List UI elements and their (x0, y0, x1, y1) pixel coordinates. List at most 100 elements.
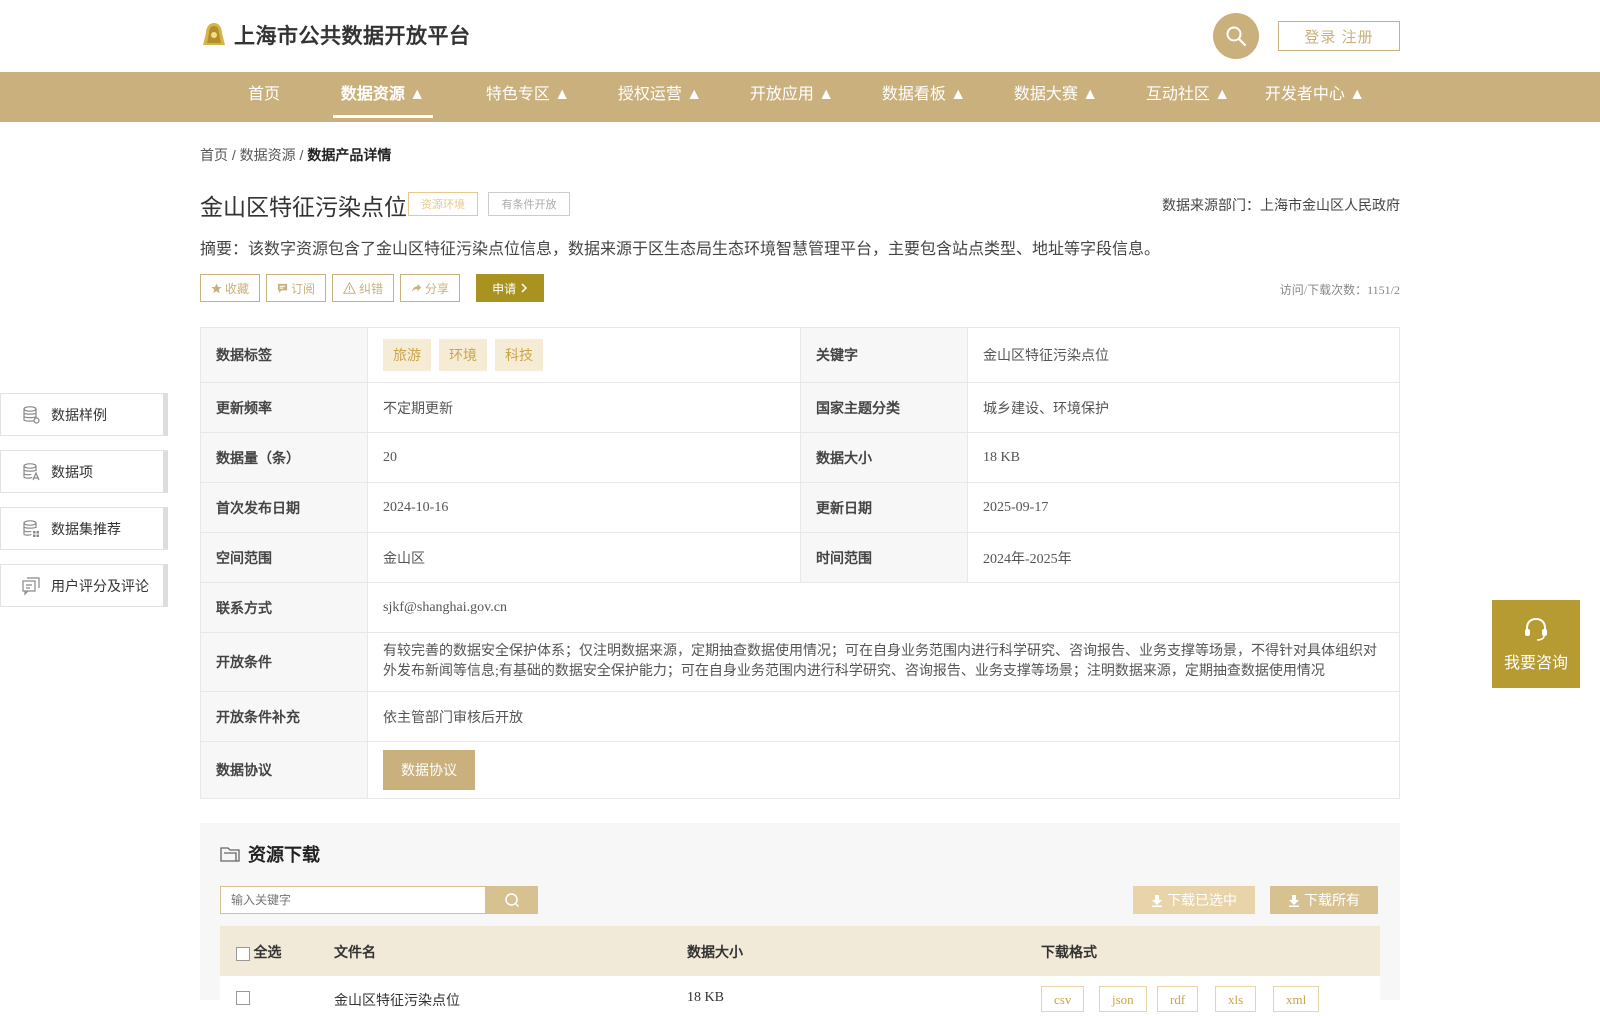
row-checkbox[interactable] (236, 990, 250, 1005)
sidebar-item-dataset-recommend[interactable]: 数据集推荐 (0, 507, 168, 550)
table-row: 联系方式 sjkf@shanghai.gov.cn (200, 582, 1400, 633)
nav-developer[interactable]: 开发者中心 ▲ (1260, 72, 1370, 122)
download-selected-button[interactable]: 下载已选中 (1133, 886, 1255, 914)
share-button[interactable]: 分享 (400, 274, 461, 302)
breadcrumb-separator: / (228, 147, 240, 163)
row-size: 18 KB (687, 990, 724, 1005)
data-protocol-button[interactable]: 数据协议 (383, 750, 475, 790)
format-json[interactable]: json (1099, 986, 1147, 1012)
format-rdf[interactable]: rdf (1157, 986, 1199, 1012)
breadcrumb-current: 数据产品详情 (307, 147, 392, 163)
star-icon (211, 282, 222, 293)
search-icon (1226, 26, 1247, 47)
conditions-label: 开放条件 (200, 632, 368, 692)
visit-download-count: 访问/下载次数：1151/2 (1279, 283, 1400, 297)
sidebar-item-label: 数据项 (51, 465, 93, 481)
count-value: 20 (367, 432, 801, 483)
sidebar-item-ratings-comments[interactable]: 用户评分及评论 (0, 564, 168, 607)
table-row: 数据协议 数据协议 (200, 741, 1400, 799)
search-icon (505, 893, 520, 908)
format-xml[interactable]: xml (1273, 986, 1320, 1012)
first-published-value: 2024-10-16 (367, 482, 801, 533)
left-sidebar: 数据样例 数据项 数据集推荐 用户评分及评论 (0, 393, 168, 621)
protocol-label: 数据协议 (200, 741, 368, 799)
data-tag[interactable]: 环境 (439, 339, 487, 371)
chevron-right-icon (521, 283, 528, 293)
database-search-icon (23, 462, 40, 480)
site-title: 上海市公共数据开放平台 (234, 25, 471, 48)
select-all-label: 全选 (253, 946, 282, 961)
conditions-extra-value: 依主管部门审核后开放 (367, 691, 1400, 742)
nav-data-contest[interactable]: 数据大赛 ▲ (996, 72, 1116, 122)
logo-icon (203, 23, 225, 45)
source-department: 数据来源部门：上海市金山区人民政府 (1162, 197, 1400, 213)
col-size: 数据大小 (687, 946, 743, 961)
headset-icon (1525, 617, 1547, 641)
tags-cell: 旅游 环境 科技 (367, 327, 801, 383)
site-header: 上海市公共数据开放平台 登录 注册 (0, 0, 1600, 72)
conditions-extra-label: 开放条件补充 (200, 691, 368, 742)
freq-label: 更新频率 (200, 382, 368, 433)
nav-open-apps[interactable]: 开放应用 ▲ (732, 72, 852, 122)
theme-value: 城乡建设、环境保护 (967, 382, 1400, 433)
dataset-info-table: 数据标签 旅游 环境 科技 关键字 金山区特征污染点位 更新频率 不定期更新 国家主… (200, 327, 1400, 799)
nav-community[interactable]: 互动社区 ▲ (1128, 72, 1248, 122)
subscribe-button[interactable]: 订阅 (266, 274, 327, 302)
breadcrumb: 首页 / 数据资源 / 数据产品详情 (200, 145, 391, 165)
sidebar-item-label: 数据样例 (51, 408, 107, 424)
download-selected-label: 下载已选中 (1167, 894, 1237, 909)
download-icon (1289, 894, 1299, 907)
nav-featured[interactable]: 特色专区 ▲ (468, 72, 588, 122)
file-search-button[interactable] (486, 886, 538, 914)
format-csv[interactable]: csv (1041, 986, 1085, 1012)
breadcrumb-resources[interactable]: 数据资源 (240, 147, 296, 163)
updated-value: 2025-09-17 (967, 482, 1400, 533)
table-row: 数据量（条） 20 数据大小 18 KB (200, 432, 1400, 483)
first-published-label: 首次发布日期 (200, 482, 368, 533)
main-nav: 首页 数据资源 ▲ 特色专区 ▲ 授权运营 ▲ 开放应用 ▲ 数据看板 ▲ 数据… (0, 72, 1600, 122)
share-icon (411, 283, 422, 292)
keyword-value: 金山区特征污染点位 (967, 327, 1400, 383)
contact-label: 联系方式 (200, 582, 368, 633)
data-tag[interactable]: 旅游 (383, 339, 431, 371)
contact-value: sjkf@shanghai.gov.cn (367, 582, 1400, 633)
breadcrumb-separator: / (295, 147, 308, 163)
data-tag[interactable]: 科技 (495, 339, 543, 371)
share-label: 分享 (425, 281, 450, 296)
folder-icon (220, 847, 240, 862)
select-all-checkbox[interactable] (236, 946, 250, 961)
apply-label: 申请 (492, 281, 517, 296)
theme-label: 国家主题分类 (800, 382, 968, 433)
resource-download-section: 资源下载 下载已选中 下载所有 全选 文件名 数据大小 下载格式 金山区特征污染… (200, 823, 1400, 1016)
nav-data-board[interactable]: 数据看板 ▲ (864, 72, 984, 122)
favorite-button[interactable]: 收藏 (200, 274, 261, 302)
sidebar-item-data-sample[interactable]: 数据样例 (0, 393, 168, 436)
row-checkbox-wrap[interactable] (236, 990, 250, 1006)
nav-home[interactable]: 首页 (234, 72, 294, 122)
favorite-label: 收藏 (225, 281, 250, 296)
file-search-input[interactable] (220, 886, 486, 914)
breadcrumb-home[interactable]: 首页 (200, 147, 228, 163)
table-row: 更新频率 不定期更新 国家主题分类 城乡建设、环境保护 (200, 382, 1400, 433)
site-logo[interactable]: 上海市公共数据开放平台 (200, 20, 471, 50)
login-register-button[interactable]: 登录 注册 (1278, 21, 1400, 51)
sidebar-item-label: 数据集推荐 (51, 522, 121, 538)
header-search-button[interactable] (1213, 13, 1259, 59)
domain-badge: 资源环境 (408, 192, 478, 216)
sidebar-item-data-fields[interactable]: 数据项 (0, 450, 168, 493)
table-row: 开放条件 有较完善的数据安全保护体系；仅注明数据来源，定期抽查数据使用情况；可在… (200, 632, 1400, 692)
table-row: 开放条件补充 依主管部门审核后开放 (200, 691, 1400, 742)
download-table-header: 全选 文件名 数据大小 下载格式 (220, 926, 1380, 976)
format-xls[interactable]: xls (1215, 986, 1257, 1012)
apply-button[interactable]: 申请 (476, 274, 545, 302)
summary-text: 摘要：该数字资源包含了金山区特征污染点位信息，数据来源于区生态局生态环境智慧管理… (200, 241, 1161, 258)
nav-data-resources[interactable]: 数据资源 ▲ (333, 72, 433, 118)
page-title: 金山区特征污染点位 (200, 194, 407, 220)
nav-authorized-ops[interactable]: 授权运营 ▲ (600, 72, 720, 122)
download-title: 资源下载 (220, 841, 320, 867)
download-all-button[interactable]: 下载所有 (1270, 886, 1378, 914)
consult-button[interactable]: 我要咨询 (1492, 600, 1580, 688)
select-all[interactable]: 全选 (236, 942, 282, 962)
correct-button[interactable]: 纠错 (332, 274, 395, 302)
size-value: 18 KB (967, 432, 1400, 483)
